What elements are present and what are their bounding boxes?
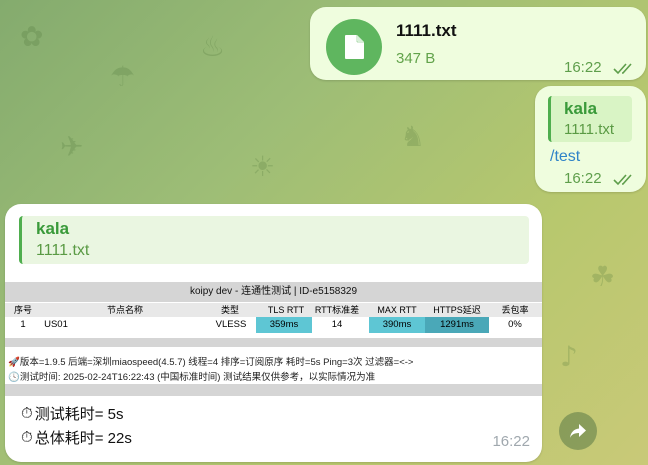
result-total-time: 总体耗时= 22s (34, 430, 132, 447)
table-cell: 1 (20, 319, 26, 330)
doodle-icon: ♞ (400, 120, 426, 153)
table-cell: VLESS (215, 319, 247, 330)
doodle-icon: ✈ (60, 130, 84, 163)
column-header: HTTPS延迟 (433, 305, 481, 315)
info-text: 测试时间: 2025-02-24T16:22:43 (中国标准时间) 测试结果仅… (19, 372, 376, 383)
file-icon[interactable] (326, 19, 382, 75)
double-check-icon (613, 63, 632, 75)
command-link[interactable]: /test (550, 148, 580, 166)
stopwatch-icon: ⏱ (21, 429, 33, 446)
divider (5, 384, 542, 396)
column-header: RTT标准差 (314, 305, 360, 315)
result-test-time: 测试耗时= 5s (34, 406, 124, 423)
doodle-icon: ☘ (590, 260, 616, 293)
quote-author: kala (36, 219, 70, 238)
table-title: koipy dev - 连通性测试 | ID-e5158329 (5, 282, 542, 302)
info-text: 版本=1.9.5 后端=深圳miaospeed(4.5.7) 线程=4 排序=订… (19, 357, 414, 368)
stopwatch-icon: ⏱ (21, 405, 33, 422)
info-line: 🕓测试时间: 2025-02-24T16:22:43 (中国标准时间) 测试结果… (8, 369, 375, 383)
message-time: 16:22 (492, 433, 530, 450)
table-cell: 359ms (256, 317, 312, 333)
table-cell: 1291ms (425, 317, 489, 333)
result-line: ⏱ 测试耗时= 5s (21, 403, 123, 424)
reply-quote[interactable]: kala 1111.txt (548, 96, 632, 142)
column-header: 类型 (220, 305, 239, 315)
table-cell: 14 (331, 319, 343, 330)
reply-message-bubble[interactable]: kala 1111.txt /test 16:22 (535, 86, 646, 192)
column-header: 序号 (13, 305, 32, 315)
result-line: ⏱ 总体耗时= 22s (21, 427, 132, 448)
table-cell: US01 (44, 319, 68, 330)
column-header: TLS RTT (267, 305, 305, 315)
table-cell: 390ms (369, 317, 425, 333)
table-header: 序号 节点名称 类型 TLS RTT RTT标准差 MAX RTT HTTPS延… (5, 303, 542, 317)
quote-text: 1111.txt (564, 121, 615, 138)
file-message-bubble[interactable]: 1111.txt 347 B 16:22 (310, 7, 646, 80)
doodle-icon: ☂ (110, 60, 136, 93)
doodle-icon: ☀ (250, 150, 276, 183)
file-name[interactable]: 1111.txt (396, 21, 457, 41)
quote-author: kala (564, 99, 598, 118)
table-row: 1 US01 VLESS 359ms 14 390ms 1291ms 0% (5, 317, 542, 333)
info-line: 🚀版本=1.9.5 后端=深圳miaospeed(4.5.7) 线程=4 排序=… (8, 354, 413, 368)
column-header: 丢包率 (501, 305, 529, 315)
clock-icon: 🕓 (8, 372, 20, 383)
column-header: MAX RTT (377, 305, 417, 315)
result-image[interactable]: koipy dev - 连通性测试 | ID-e5158329 序号 节点名称 … (5, 272, 542, 396)
column-header: 节点名称 (106, 305, 143, 315)
rocket-icon: 🚀 (8, 357, 20, 368)
divider (5, 338, 542, 347)
message-time: 16:22 (564, 170, 602, 187)
share-arrow-icon (570, 424, 586, 438)
file-size: 347 B (396, 50, 436, 67)
double-check-icon (613, 174, 632, 186)
doodle-icon: ♨ (200, 30, 226, 63)
bot-message-bubble[interactable]: kala 1111.txt koipy dev - 连通性测试 | ID-e51… (5, 204, 542, 462)
table-cell: 0% (508, 319, 522, 330)
doodle-icon: ♪ (560, 340, 578, 373)
message-time: 16:22 (564, 59, 602, 76)
reply-quote[interactable]: kala 1111.txt (19, 216, 529, 264)
doodle-icon: ✿ (20, 20, 44, 53)
share-button[interactable] (559, 412, 597, 450)
quote-text: 1111.txt (36, 242, 90, 259)
